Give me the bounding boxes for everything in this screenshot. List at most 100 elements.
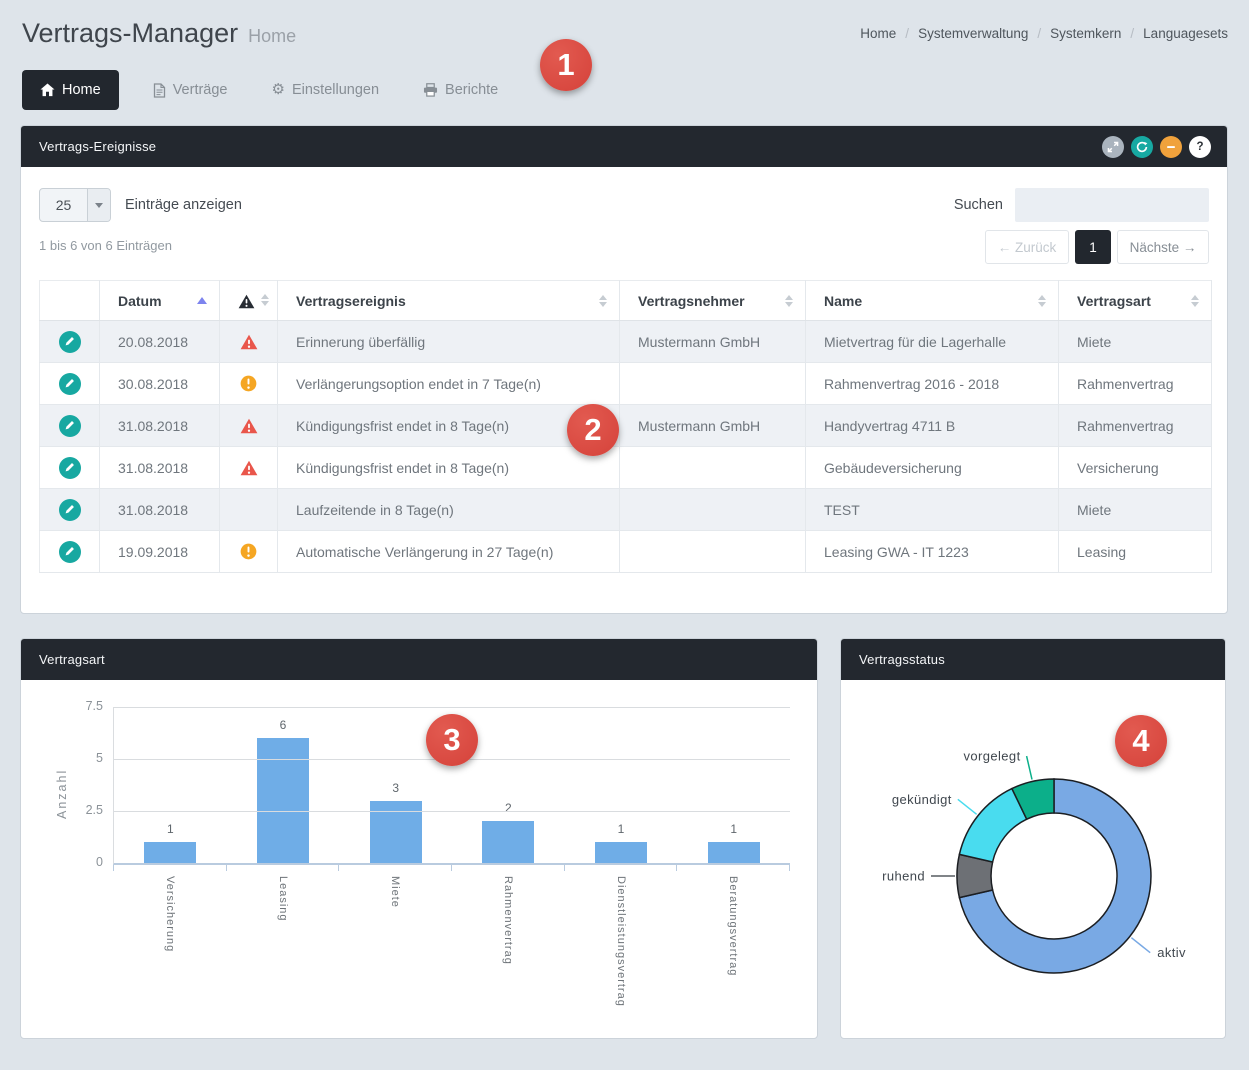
name-cell: Gebäudeversicherung bbox=[806, 447, 1059, 489]
donut-leader-line bbox=[1131, 938, 1150, 953]
tab-einstellungen[interactable]: ⚙ Einstellungen bbox=[262, 70, 390, 110]
sort-arrows-icon bbox=[197, 297, 207, 304]
x-category-label: Leasing bbox=[277, 876, 289, 922]
warn-cell bbox=[220, 321, 278, 363]
events-table: Datum Vertragsereignis Vertragsnehmer Name V… bbox=[39, 280, 1212, 573]
name-cell: TEST bbox=[806, 489, 1059, 531]
edit-cell bbox=[40, 321, 100, 363]
table-row: 19.09.2018Automatische Verlängerung in 2… bbox=[40, 531, 1212, 573]
search-input[interactable] bbox=[1015, 188, 1209, 222]
edit-row-button[interactable] bbox=[59, 373, 81, 395]
datum-cell: 19.09.2018 bbox=[100, 531, 220, 573]
x-category-label: Versicherung bbox=[164, 876, 176, 952]
edit-row-button[interactable] bbox=[59, 331, 81, 353]
danger-triangle-icon bbox=[240, 417, 258, 433]
tab-vertrge[interactable]: Verträge bbox=[143, 70, 238, 110]
next-page-button[interactable]: Nächste → bbox=[1117, 230, 1209, 264]
nehmer-cell bbox=[620, 363, 806, 405]
pagination: ← Zurück 1 Nächste → bbox=[985, 230, 1209, 264]
vertragsart-panel-header: Vertragsart bbox=[21, 639, 817, 680]
art-cell: Versicherung bbox=[1059, 447, 1212, 489]
tab-berichte[interactable]: Berichte bbox=[413, 70, 508, 110]
search-label: Suchen bbox=[954, 197, 1003, 213]
column-header-nehmer[interactable]: Vertragsnehmer bbox=[620, 281, 806, 321]
donut-svg: aktivruhendgekündigtvorgelegt bbox=[841, 680, 1225, 1039]
column-label: Vertragsart bbox=[1077, 293, 1185, 309]
edit-cell bbox=[40, 363, 100, 405]
name-cell: Leasing GWA - IT 1223 bbox=[806, 531, 1059, 573]
nehmer-cell: Mustermann GmbH bbox=[620, 405, 806, 447]
tab-home[interactable]: Home bbox=[22, 70, 119, 110]
column-header-ereignis[interactable]: Vertragsereignis bbox=[278, 281, 620, 321]
annotation-marker-3: 3 bbox=[426, 714, 478, 766]
nehmer-cell bbox=[620, 531, 806, 573]
column-label: Vertragsnehmer bbox=[638, 293, 779, 309]
edit-cell bbox=[40, 531, 100, 573]
warn-cell bbox=[220, 405, 278, 447]
bar-value-label: 2 bbox=[452, 801, 565, 815]
help-icon[interactable]: ? bbox=[1189, 136, 1211, 158]
contract-manager-page: Vertrags-ManagerHome Home / Systemverwaltu… bbox=[0, 0, 1249, 1070]
bar-leasing bbox=[257, 738, 309, 863]
datum-cell: 20.08.2018 bbox=[100, 321, 220, 363]
gear-icon: ⚙ bbox=[272, 82, 285, 98]
warning-circle-icon bbox=[240, 375, 257, 391]
expand-icon[interactable] bbox=[1102, 136, 1124, 158]
donut-leader-line bbox=[1027, 756, 1032, 779]
edit-row-button[interactable] bbox=[59, 457, 81, 479]
events-panel-header: Vertrags-Ereignisse ? bbox=[21, 126, 1227, 167]
x-axis-tick bbox=[564, 865, 565, 871]
column-header-warn[interactable] bbox=[220, 281, 278, 321]
tab-label: Verträge bbox=[173, 82, 228, 98]
breadcrumb-item[interactable]: Languagesets bbox=[1143, 26, 1228, 41]
tab-label: Berichte bbox=[445, 82, 498, 98]
name-cell: Handyvertrag 4711 B bbox=[806, 405, 1059, 447]
edit-row-button[interactable] bbox=[59, 499, 81, 521]
page-head: Vertrags-ManagerHome bbox=[22, 18, 296, 49]
edit-row-button[interactable] bbox=[59, 415, 81, 437]
nehmer-cell bbox=[620, 447, 806, 489]
column-header-name[interactable]: Name bbox=[806, 281, 1059, 321]
y-tick-label: 5 bbox=[57, 751, 103, 765]
nehmer-cell bbox=[620, 489, 806, 531]
table-header-row: Datum Vertragsereignis Vertragsnehmer Name V… bbox=[40, 281, 1212, 321]
bar-rahmenvertrag bbox=[482, 821, 534, 863]
annotation-marker-2: 2 bbox=[567, 404, 619, 456]
breadcrumb-item[interactable]: Systemkern bbox=[1050, 26, 1121, 41]
column-label: Datum bbox=[118, 293, 191, 309]
column-header-art[interactable]: Vertragsart bbox=[1059, 281, 1212, 321]
vertragsstatus-panel-title: Vertragsstatus bbox=[859, 652, 945, 667]
page-size-select[interactable]: 25 bbox=[39, 188, 111, 222]
edit-cell bbox=[40, 447, 100, 489]
danger-triangle-icon bbox=[240, 459, 258, 475]
printer-icon bbox=[423, 83, 438, 97]
y-tick-label: 0 bbox=[57, 855, 103, 869]
donut-slice-label: aktiv bbox=[1157, 945, 1186, 960]
x-axis-tick bbox=[789, 865, 790, 871]
datum-cell: 30.08.2018 bbox=[100, 363, 220, 405]
breadcrumb-separator: / bbox=[905, 26, 909, 41]
events-panel-title: Vertrags-Ereignisse bbox=[39, 139, 156, 154]
tab-label: Einstellungen bbox=[292, 82, 379, 98]
edit-row-button[interactable] bbox=[59, 541, 81, 563]
gridline bbox=[114, 811, 790, 812]
ereignis-cell: Kündigungsfrist endet in 8 Tage(n) bbox=[278, 447, 620, 489]
home-icon bbox=[40, 83, 55, 97]
column-header-datum[interactable]: Datum bbox=[100, 281, 220, 321]
x-axis-tick bbox=[676, 865, 677, 871]
breadcrumb-item[interactable]: Systemverwaltung bbox=[918, 26, 1028, 41]
bar-value-label: 1 bbox=[114, 822, 227, 836]
breadcrumb-item[interactable]: Home bbox=[860, 26, 896, 41]
donut-slice-label: ruhend bbox=[882, 869, 925, 884]
page-number-button[interactable]: 1 bbox=[1075, 230, 1111, 264]
art-cell: Miete bbox=[1059, 321, 1212, 363]
y-tick-label: 7.5 bbox=[57, 699, 103, 713]
collapse-minus-icon[interactable] bbox=[1160, 136, 1182, 158]
warn-cell bbox=[220, 447, 278, 489]
alert-triangle-icon bbox=[238, 292, 255, 309]
x-category-label: Miete bbox=[389, 876, 401, 908]
art-cell: Leasing bbox=[1059, 531, 1212, 573]
datum-cell: 31.08.2018 bbox=[100, 447, 220, 489]
prev-page-button[interactable]: ← Zurück bbox=[985, 230, 1069, 264]
refresh-icon[interactable] bbox=[1131, 136, 1153, 158]
